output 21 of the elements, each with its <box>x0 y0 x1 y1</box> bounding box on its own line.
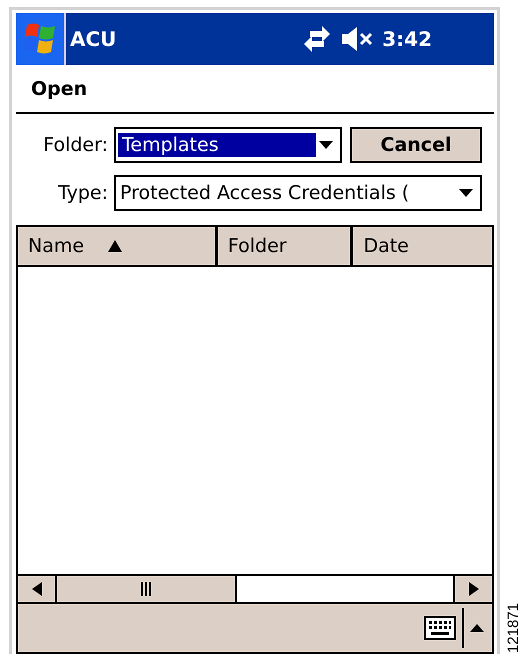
app-title: ACU <box>70 27 118 51</box>
folder-dropdown[interactable]: Templates <box>114 127 342 163</box>
keyboard-icon[interactable] <box>424 616 456 640</box>
caret-down-icon <box>456 188 476 198</box>
scroll-left-icon[interactable] <box>32 582 42 596</box>
type-label: Type: <box>56 182 109 204</box>
scroll-thumb-grip-icon[interactable] <box>140 582 152 596</box>
caret-down-icon <box>316 140 336 150</box>
speaker-muted-icon[interactable] <box>340 25 374 53</box>
menu-title: Open <box>31 78 88 100</box>
folder-label: Folder: <box>42 134 109 156</box>
connectivity-icon[interactable] <box>302 24 332 54</box>
figure-number: 121871 <box>505 602 522 653</box>
caret-up-icon[interactable] <box>470 624 484 632</box>
column-header[interactable]: Date <box>353 227 492 265</box>
type-dropdown[interactable]: Protected Access Credentials ( <box>114 175 482 211</box>
scroll-right-icon[interactable] <box>468 582 478 596</box>
cancel-button[interactable]: Cancel <box>350 127 482 163</box>
start-button[interactable] <box>16 13 66 65</box>
clock-time[interactable]: 3:42 <box>382 27 432 51</box>
horizontal-scrollbar[interactable] <box>18 574 492 604</box>
